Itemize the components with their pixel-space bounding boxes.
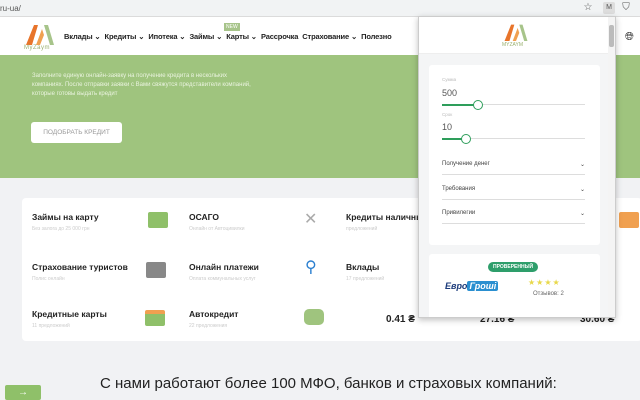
reviews-link[interactable]: Отзывов: 2	[533, 291, 564, 297]
loan-filter-form: Сумма 500 Срок 10 Получение денег ⌄ Требо…	[429, 65, 600, 245]
nav-credits[interactable]: Кредиты ⌄	[105, 32, 145, 41]
amount-slider[interactable]	[442, 100, 585, 110]
popup-header: MYZAYM	[419, 17, 615, 54]
nav-loans[interactable]: Займы ⌄	[189, 32, 222, 41]
faucet-icon: ⚲	[305, 259, 317, 276]
chevron-down-icon: ⌄	[579, 211, 585, 217]
slider-thumb[interactable]	[472, 100, 483, 110]
address-bar[interactable]: ru-ua/	[0, 4, 21, 13]
select-requirements[interactable]: Требования ⌄	[442, 186, 585, 200]
house-icon	[619, 212, 639, 228]
globe-icon[interactable]: 🌐︎	[625, 31, 634, 44]
wallet-icon	[148, 212, 168, 228]
select-privileges[interactable]: Привилегии ⌄	[442, 210, 585, 224]
bookmark-star-icon[interactable]: ☆	[582, 2, 594, 14]
nav-mortgage[interactable]: Ипотека ⌄	[148, 32, 185, 41]
main-nav: Вклады ⌄ Кредиты ⌄ Ипотека ⌄ Займы ⌄ Кар…	[64, 32, 392, 41]
nav-deposits[interactable]: Вклады ⌄	[64, 32, 101, 41]
slider-thumb[interactable]	[461, 134, 472, 144]
rate-price: 0.41 ₴	[386, 314, 415, 325]
shield-icon[interactable]: ⛉	[620, 2, 632, 14]
extension-myzaym-icon[interactable]: M	[603, 2, 615, 14]
hero-text: Заполните единую онлайн-заявку на получе…	[32, 73, 251, 97]
nav-cards[interactable]: Карты ⌄	[226, 32, 257, 41]
partners-heading: С нами работают более 100 МФО, банков и …	[100, 375, 557, 392]
select-money-receipt[interactable]: Получение денег ⌄	[442, 161, 585, 175]
nav-useful[interactable]: Полезно	[361, 32, 392, 41]
next-arrow-button[interactable]: →	[5, 385, 41, 400]
nav-installments[interactable]: Рассрочка	[261, 32, 298, 41]
lender-logo: Евро Гроші	[445, 281, 499, 291]
offer-card[interactable]: ПРОВЕРЕННЫЙ Евро Гроші ★★★★ Отзывов: 2	[429, 254, 600, 317]
chevron-down-icon: ⌄	[579, 187, 585, 193]
find-credit-button[interactable]: ПОДОБРАТЬ КРЕДИТ	[31, 122, 122, 143]
popup-logo	[504, 24, 528, 41]
credit-card-icon	[145, 310, 165, 326]
chevron-down-icon: ⌄	[579, 162, 585, 168]
extension-popup: MYZAYM Сумма 500 Срок 10 Получение денег…	[418, 16, 616, 318]
term-value: 10	[442, 122, 453, 132]
amount-value: 500	[442, 88, 458, 98]
rating-stars: ★★★★	[528, 278, 561, 287]
nav-insurance[interactable]: Страхование ⌄	[302, 32, 357, 41]
suitcase-icon	[146, 262, 166, 278]
browser-toolbar: ru-ua/ ☆ M ⛉	[0, 0, 640, 17]
term-slider[interactable]	[442, 134, 585, 144]
popup-scrollbar[interactable]	[608, 17, 615, 317]
verified-badge: ПРОВЕРЕННЫЙ	[488, 262, 539, 272]
site-logo[interactable]: MyZaym	[24, 23, 56, 51]
new-badge: NEW	[224, 23, 240, 31]
car-icon	[304, 309, 324, 325]
tools-icon: ✕	[304, 211, 318, 228]
